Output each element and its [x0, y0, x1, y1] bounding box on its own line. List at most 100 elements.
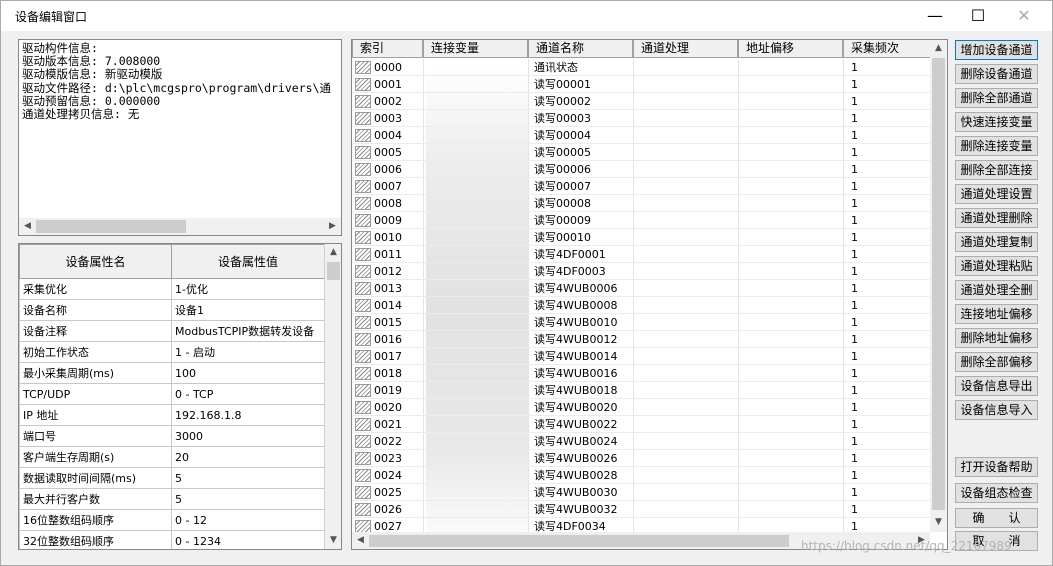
quick-connect-button[interactable]: 快速连接变量 — [955, 112, 1038, 132]
channel-name: 读写00010 — [534, 231, 591, 244]
channel-row[interactable]: 0025 读写4WUB0030 1 — [352, 484, 930, 501]
property-row[interactable]: 32位整数组码顺序 0 - 1234 — [19, 530, 325, 549]
delete-channel-button[interactable]: 删除设备通道 — [955, 64, 1038, 84]
import-device-info-button[interactable]: 设备信息导入 — [955, 400, 1038, 420]
delete-all-channels-button[interactable]: 删除全部通道 — [955, 88, 1038, 108]
property-row[interactable]: 设备注释 ModbusTCPIP数据转发设备 — [19, 320, 325, 342]
property-row[interactable]: 设备名称 设备1 — [19, 299, 325, 321]
property-value[interactable]: 1-优化 — [171, 278, 325, 300]
close-icon[interactable]: ✕ — [1001, 1, 1047, 31]
minimize-icon[interactable]: — — [912, 1, 958, 31]
scroll-down-icon[interactable]: ▼ — [325, 532, 341, 549]
delete-all-offset-button[interactable]: 删除全部偏移 — [955, 352, 1038, 372]
channel-row[interactable]: 0014 读写4WUB0008 1 — [352, 297, 930, 314]
channel-row[interactable]: 0004 读写00004 1 — [352, 127, 930, 144]
channel-row[interactable]: 0023 读写4WUB0026 1 — [352, 450, 930, 467]
config-check-button[interactable]: 设备组态检查 — [955, 483, 1038, 503]
col-processing-header[interactable]: 通道处理 — [633, 40, 738, 58]
property-value[interactable]: 0 - TCP — [171, 383, 325, 405]
ok-button[interactable]: 确 认 — [955, 508, 1038, 528]
property-row[interactable]: IP 地址 192.168.1.8 — [19, 404, 325, 426]
add-channel-button[interactable]: 增加设备通道 — [955, 40, 1038, 60]
property-value[interactable]: 设备1 — [171, 299, 325, 321]
driver-info-text: 驱动构件信息: 驱动版本信息: 7.008000 驱动模版信息: 新驱动模版 驱动文件… — [22, 42, 340, 202]
channel-row[interactable]: 0010 读写00010 1 — [352, 229, 930, 246]
channel-row[interactable]: 0016 读写4WUB0012 1 — [352, 331, 930, 348]
prop-name-header: 设备属性名 — [19, 244, 172, 279]
channel-row[interactable]: 0018 读写4WUB0016 1 — [352, 365, 930, 382]
scroll-thumb[interactable] — [369, 534, 789, 547]
props-vertical-scrollbar[interactable]: ▲ ▼ — [324, 244, 341, 549]
channel-row[interactable]: 0009 读写00009 1 — [352, 212, 930, 229]
channel-row[interactable]: 0012 读写4DF0003 1 — [352, 263, 930, 280]
col-variable-header[interactable]: 连接变量 — [423, 40, 528, 58]
property-row[interactable]: 数据读取时间间隔(ms) 5 — [19, 467, 325, 489]
scroll-down-icon[interactable]: ▼ — [930, 514, 947, 531]
delete-all-connect-button[interactable]: 删除全部连接 — [955, 160, 1038, 180]
channel-row[interactable]: 0017 读写4WUB0014 1 — [352, 348, 930, 365]
property-name: 最大并行客户数 — [19, 488, 172, 510]
scroll-up-icon[interactable]: ▲ — [930, 40, 947, 57]
maximize-icon[interactable]: ☐ — [955, 1, 1001, 31]
property-row[interactable]: TCP/UDP 0 - TCP — [19, 383, 325, 405]
property-value[interactable]: ModbusTCPIP数据转发设备 — [171, 320, 325, 342]
property-value[interactable]: 192.168.1.8 — [171, 404, 325, 426]
scroll-thumb[interactable] — [327, 262, 340, 280]
channel-row[interactable]: 0013 读写4WUB0006 1 — [352, 280, 930, 297]
channel-row[interactable]: 0005 读写00005 1 — [352, 144, 930, 161]
info-horizontal-scrollbar[interactable]: ◀ ▶ — [19, 218, 341, 235]
channel-row[interactable]: 0019 读写4WUB0018 1 — [352, 382, 930, 399]
channel-row[interactable]: 0007 读写00007 1 — [352, 178, 930, 195]
channel-row[interactable]: 0024 读写4WUB0028 1 — [352, 467, 930, 484]
property-name: 客户端生存周期(s) — [19, 446, 172, 468]
channel-row[interactable]: 0021 读写4WUB0022 1 — [352, 416, 930, 433]
property-row[interactable]: 初始工作状态 1 - 启动 — [19, 341, 325, 363]
scroll-right-icon[interactable]: ▶ — [324, 218, 341, 235]
channel-row[interactable]: 0003 读写00003 1 — [352, 110, 930, 127]
delete-connect-button[interactable]: 删除连接变量 — [955, 136, 1038, 156]
channel-row[interactable]: 0022 读写4WUB0024 1 — [352, 433, 930, 450]
channel-row[interactable]: 0015 读写4WUB0010 1 — [352, 314, 930, 331]
property-row[interactable]: 16位整数组码顺序 0 - 12 — [19, 509, 325, 531]
channel-processing-paste-button[interactable]: 通道处理粘贴 — [955, 256, 1038, 276]
channels-vertical-scrollbar[interactable]: ▲ ▼ — [930, 40, 947, 532]
property-value[interactable]: 0 - 12 — [171, 509, 325, 531]
channel-row[interactable]: 0026 读写4WUB0032 1 — [352, 501, 930, 518]
connect-address-offset-button[interactable]: 连接地址偏移 — [955, 304, 1038, 324]
channel-processing-delete-button[interactable]: 通道处理删除 — [955, 208, 1038, 228]
col-index-header[interactable]: 索引 — [352, 40, 423, 58]
channel-row[interactable]: 0001 读写00001 1 — [352, 76, 930, 93]
channel-row[interactable]: 0011 读写4DF0001 1 — [352, 246, 930, 263]
export-device-info-button[interactable]: 设备信息导出 — [955, 376, 1038, 396]
col-offset-header[interactable]: 地址偏移 — [738, 40, 843, 58]
property-value[interactable]: 20 — [171, 446, 325, 468]
channel-icon — [355, 78, 371, 91]
property-row[interactable]: 最大并行客户数 5 — [19, 488, 325, 510]
scroll-left-icon[interactable]: ◀ — [19, 218, 36, 235]
open-device-help-button[interactable]: 打开设备帮助 — [955, 457, 1038, 477]
property-value[interactable]: 100 — [171, 362, 325, 384]
channel-processing-set-button[interactable]: 通道处理设置 — [955, 184, 1038, 204]
property-value[interactable]: 3000 — [171, 425, 325, 447]
property-row[interactable]: 客户端生存周期(s) 20 — [19, 446, 325, 468]
channel-row[interactable]: 0000 通讯状态 1 — [352, 59, 930, 76]
property-value[interactable]: 1 - 启动 — [171, 341, 325, 363]
property-row[interactable]: 采集优化 1-优化 — [19, 278, 325, 300]
channel-frequency: 1 — [851, 367, 858, 380]
scroll-up-icon[interactable]: ▲ — [325, 244, 341, 261]
channel-processing-delete-all-button[interactable]: 通道处理全删 — [955, 280, 1038, 300]
property-value[interactable]: 0 - 1234 — [171, 530, 325, 549]
col-channel-name-header[interactable]: 通道名称 — [528, 40, 633, 58]
property-row[interactable]: 端口号 3000 — [19, 425, 325, 447]
scroll-thumb[interactable] — [932, 58, 945, 510]
channel-row[interactable]: 0002 读写00002 1 — [352, 93, 930, 110]
property-value[interactable]: 5 — [171, 467, 325, 489]
delete-address-offset-button[interactable]: 删除地址偏移 — [955, 328, 1038, 348]
property-value[interactable]: 5 — [171, 488, 325, 510]
channel-processing-copy-button[interactable]: 通道处理复制 — [955, 232, 1038, 252]
channel-row[interactable]: 0020 读写4WUB0020 1 — [352, 399, 930, 416]
channel-row[interactable]: 0008 读写00008 1 — [352, 195, 930, 212]
property-row[interactable]: 最小采集周期(ms) 100 — [19, 362, 325, 384]
scroll-thumb[interactable] — [36, 220, 186, 233]
channel-row[interactable]: 0006 读写00006 1 — [352, 161, 930, 178]
